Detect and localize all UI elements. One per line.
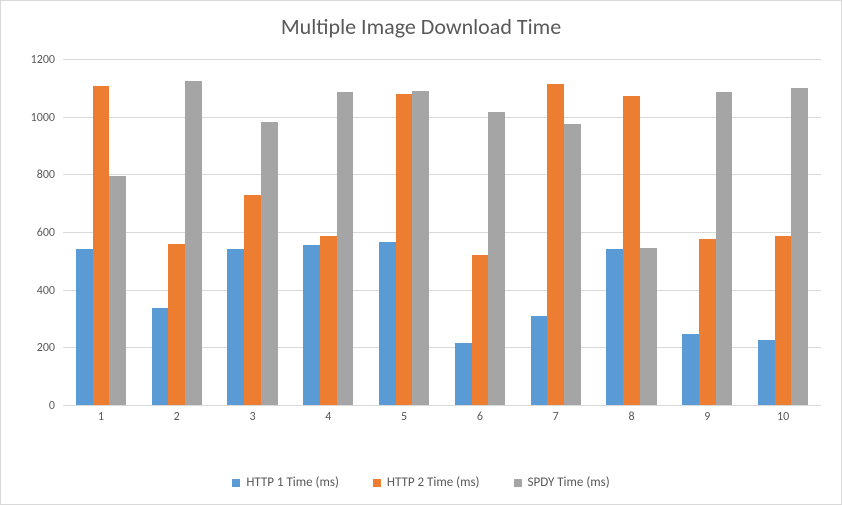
bar [640,248,657,405]
bar [109,176,126,405]
bar [76,249,93,405]
bar [758,340,775,405]
x-tick-label: 3 [249,410,255,424]
legend: HTTP 1 Time (ms) HTTP 2 Time (ms) SPDY Tim… [1,475,841,490]
bar [227,249,244,405]
category-group [745,59,821,405]
bars-layer [63,59,821,405]
bar [564,124,581,405]
category-group [215,59,291,405]
bar [775,236,792,405]
bar [152,308,169,405]
y-tick-label: 200 [37,341,63,355]
category-group [669,59,745,405]
x-tick-label: 1 [98,410,104,424]
chart-title: Multiple Image Download Time [1,1,841,46]
legend-label: HTTP 1 Time (ms) [246,475,339,490]
bar [488,112,505,405]
category-group [63,59,139,405]
legend-label: HTTP 2 Time (ms) [387,475,480,490]
legend-label: SPDY Time (ms) [528,475,610,490]
bar [716,92,733,405]
x-tick-label: 5 [401,410,407,424]
x-tick-label: 4 [325,410,331,424]
category-group [366,59,442,405]
bar [93,86,110,405]
bar [396,94,413,405]
y-tick-label: 1000 [31,111,63,125]
legend-item: HTTP 2 Time (ms) [373,475,480,490]
x-tick-label: 6 [477,410,483,424]
bar [379,242,396,405]
bar [303,245,320,405]
category-group [518,59,594,405]
x-tick-label: 2 [174,410,180,424]
bar [791,88,808,405]
bar [472,255,489,405]
category-group [139,59,215,405]
y-tick-label: 400 [37,284,63,298]
bar [623,96,640,405]
y-tick-label: 0 [49,399,63,413]
bar [606,249,623,405]
y-tick-label: 600 [37,226,63,240]
bar [455,343,472,405]
bar [185,81,202,405]
x-axis: 1 2 3 4 5 6 7 8 9 10 [63,405,821,431]
bar [531,316,548,405]
bar [547,84,564,405]
bar [682,334,699,405]
legend-swatch [373,479,381,487]
bar [168,244,185,405]
legend-swatch [514,479,522,487]
plot-area: 020040060080010001200 [63,59,821,405]
legend-item: HTTP 1 Time (ms) [232,475,339,490]
bar [337,92,354,405]
y-tick-label: 800 [37,168,63,182]
bar [320,236,337,405]
category-group [594,59,670,405]
x-tick-label: 8 [628,410,634,424]
bar [412,91,429,405]
category-group [290,59,366,405]
bar [244,195,261,405]
bar [699,239,716,405]
category-group [442,59,518,405]
chart-container: Multiple Image Download Time 02004006008… [0,0,842,505]
x-tick-label: 9 [704,410,710,424]
bar [261,122,278,405]
x-tick-label: 10 [777,410,789,424]
legend-item: SPDY Time (ms) [514,475,610,490]
y-tick-label: 1200 [31,53,63,67]
x-tick-label: 7 [553,410,559,424]
legend-swatch [232,479,240,487]
